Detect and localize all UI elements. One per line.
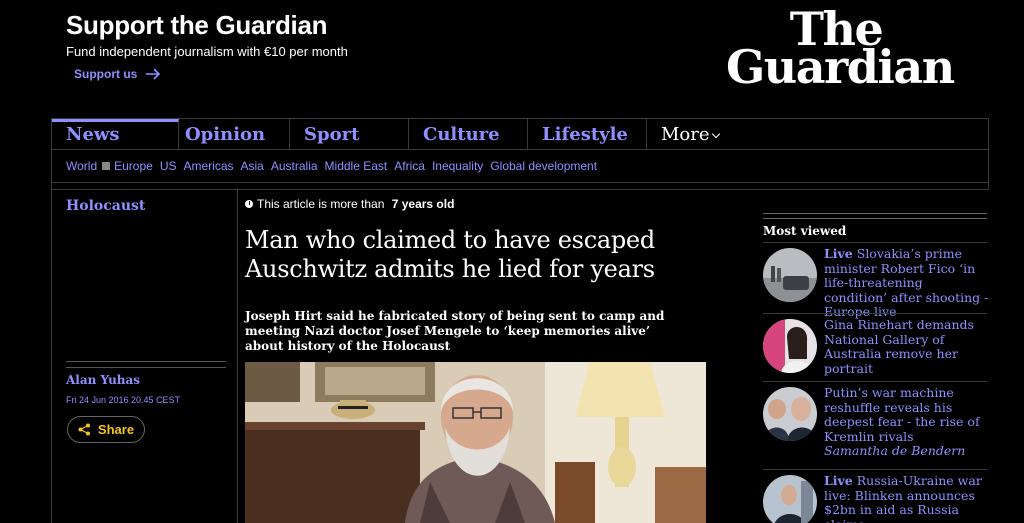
subnav-europe[interactable]: Europe (114, 159, 153, 173)
portrait-illustration (245, 362, 706, 523)
share-label: Share (97, 422, 135, 437)
most-viewed-divider (763, 213, 987, 219)
subnav-divider-icon (102, 162, 111, 170)
nav-divider (51, 183, 989, 190)
most-viewed-item[interactable]: Live Slovakia’s prime minister Robert Fi… (763, 242, 988, 319)
age-value: 7 years old (391, 197, 455, 211)
most-viewed-title: Most viewed (763, 224, 847, 238)
chevron-down-icon (711, 129, 720, 139)
thumbnail (763, 475, 817, 523)
nav-lifestyle[interactable]: Lifestyle (528, 119, 647, 150)
subnav-africa[interactable]: Africa (394, 159, 425, 173)
nav-news[interactable]: News (52, 119, 179, 150)
support-subtitle: Fund independent journalism with €10 per… (66, 44, 348, 59)
subnav-us[interactable]: US (160, 159, 177, 173)
subnav-global-development[interactable]: Global development (490, 159, 597, 173)
nav-more-label: More (661, 124, 710, 145)
nav-more[interactable]: More (647, 119, 747, 150)
most-viewed-headline: Putin’s war machine reshuffle reveals hi… (824, 385, 980, 444)
most-viewed-item[interactable]: Putin’s war machine reshuffle reveals hi… (763, 381, 987, 469)
most-viewed-author: Samantha de Bendern (824, 443, 966, 458)
subnav-asia[interactable]: Asia (241, 159, 264, 173)
left-frame-line (51, 190, 52, 523)
article-age-notice: This article is more than 7 years old (245, 197, 454, 211)
subnav-middle-east[interactable]: Middle East (325, 159, 388, 173)
thumbnail (763, 387, 817, 441)
nav-culture[interactable]: Culture (409, 119, 528, 150)
support-us-link[interactable]: Support us (74, 67, 161, 81)
share-button[interactable]: Share (67, 416, 145, 443)
byline-divider (66, 361, 226, 368)
section-tag[interactable]: Holocaust (66, 198, 145, 214)
subnav-inequality[interactable]: Inequality (432, 159, 483, 173)
support-us-label: Support us (74, 67, 138, 81)
nav-sport[interactable]: Sport (290, 119, 409, 150)
most-viewed-item[interactable]: Live Russia-Ukraine war live: Blinken an… (763, 469, 987, 523)
primary-nav: News Opinion Sport Culture Lifestyle Mor… (51, 118, 989, 150)
column-divider (237, 190, 238, 523)
most-viewed-headline: Gina Rinehart demands National Gallery o… (824, 317, 974, 376)
sub-nav: World Europe US Americas Asia Australia … (51, 150, 989, 183)
live-kicker: Live (824, 246, 853, 261)
subnav-americas[interactable]: Americas (184, 159, 234, 173)
most-viewed-item[interactable]: Gina Rinehart demands National Gallery o… (763, 313, 987, 381)
arrow-right-icon (146, 68, 161, 80)
thumbnail (763, 248, 817, 302)
subnav-australia[interactable]: Australia (271, 159, 318, 173)
share-icon (78, 423, 90, 436)
thumbnail (763, 319, 817, 373)
headline: Man who claimed to have escaped Auschwit… (245, 226, 655, 283)
article-photo (245, 362, 706, 523)
live-kicker: Live (824, 473, 853, 488)
logo-line-2: Guardian (726, 40, 955, 94)
nav-opinion[interactable]: Opinion (171, 119, 290, 150)
dateline[interactable]: Fri 24 Jun 2016 20.45 CEST (66, 395, 180, 405)
clock-icon (245, 200, 253, 208)
author-link[interactable]: Alan Yuhas (66, 373, 140, 387)
standfirst: Joseph Hirt said he fabricated story of … (245, 309, 665, 353)
age-prefix: This article is more than (257, 197, 388, 211)
subnav-world[interactable]: World (66, 159, 97, 173)
guardian-logo[interactable]: The Guardian (726, 6, 955, 94)
support-title: Support the Guardian (66, 10, 328, 40)
